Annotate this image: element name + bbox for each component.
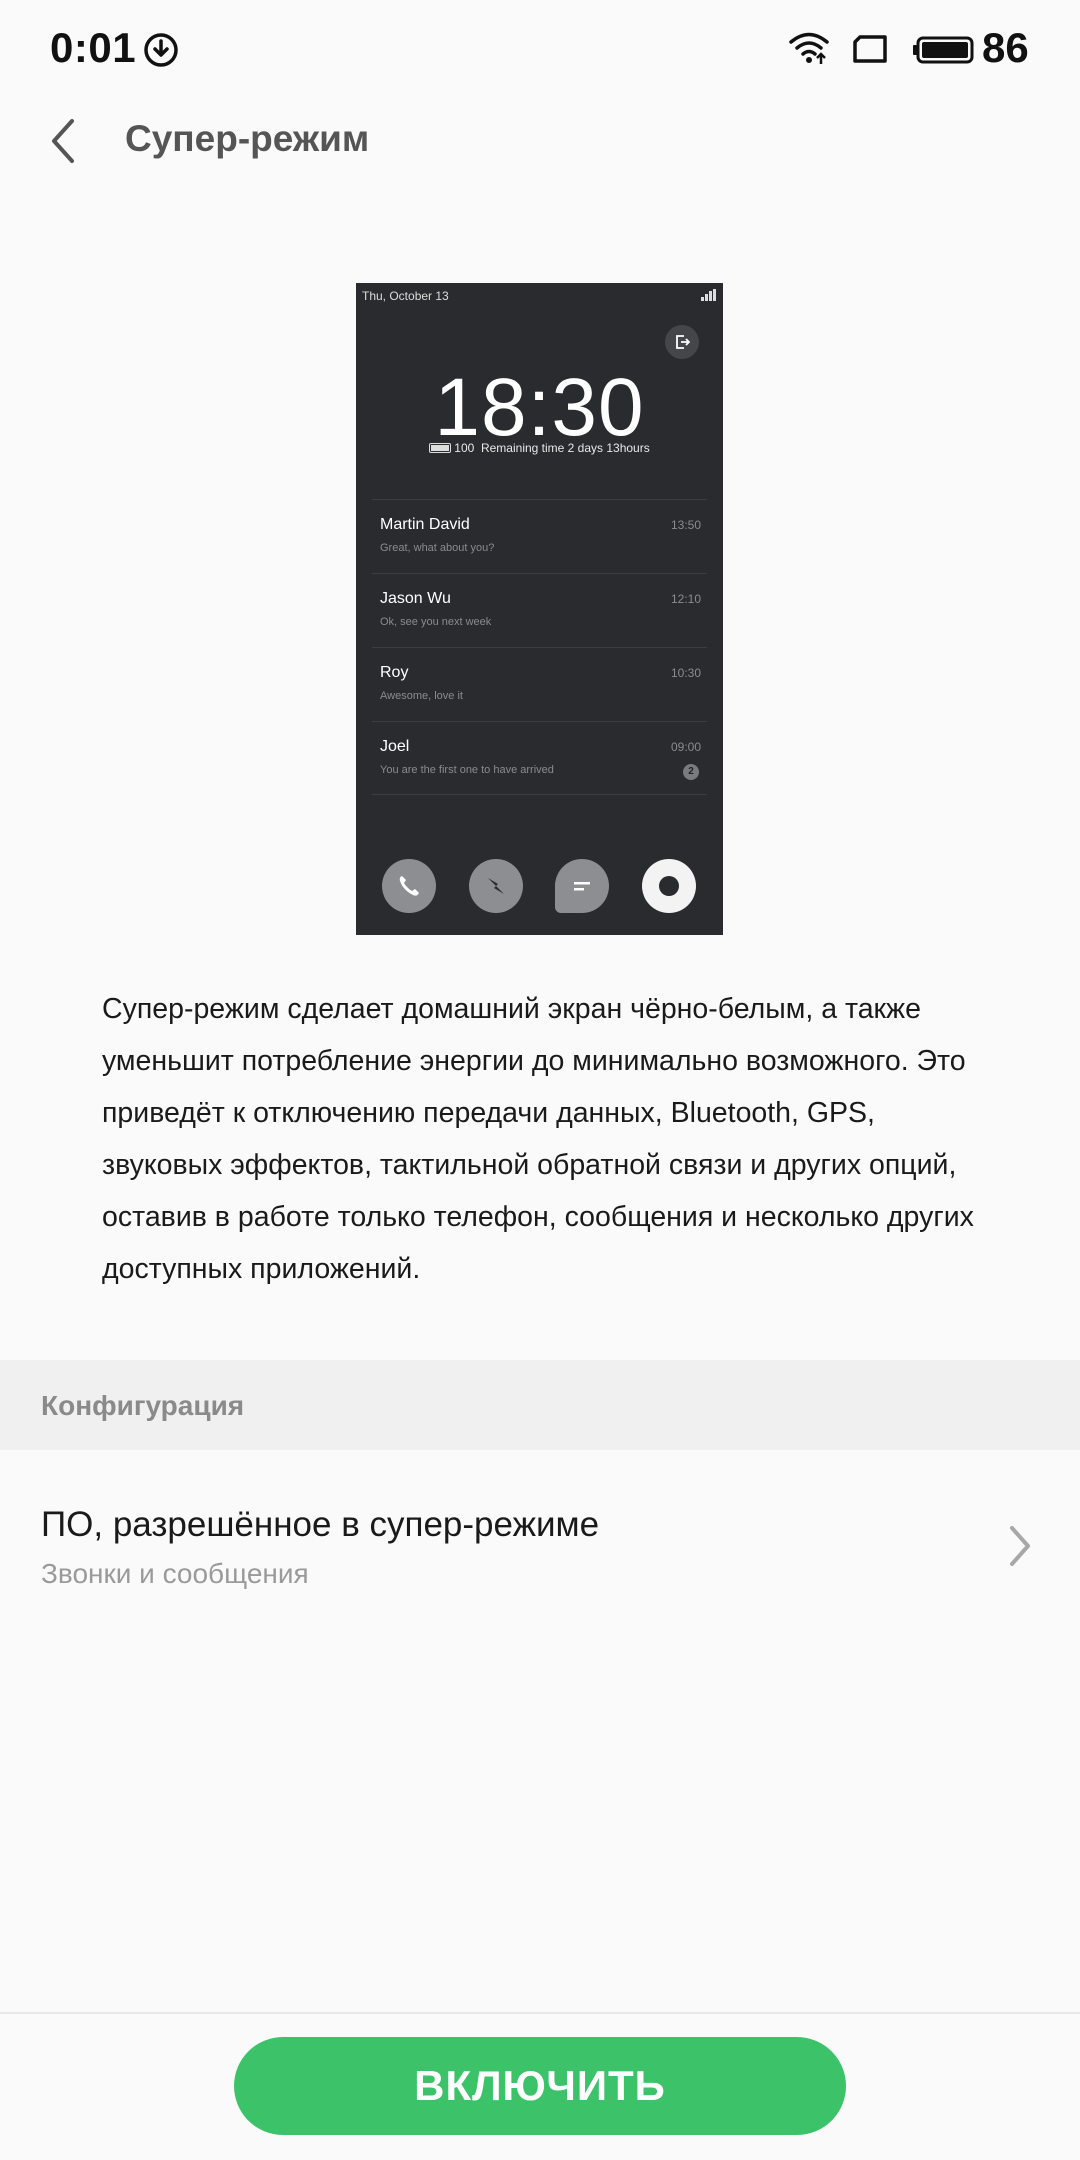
list-item: Roy Awesome, love it 10:30: [372, 647, 707, 721]
page-title: Супер-режим: [125, 118, 370, 159]
phone-icon: [382, 859, 436, 913]
status-time: 0:01: [50, 24, 137, 71]
list-item: Jason Wu Ok, see you next week 12:10: [372, 573, 707, 647]
message-text: Awesome, love it: [380, 690, 463, 702]
unread-badge: 2: [683, 764, 699, 780]
preview-remaining: Remaining time 2 days 13hours: [480, 441, 650, 455]
preview-date: Thu, October 13: [362, 289, 449, 303]
message-time: 13:50: [670, 518, 701, 532]
download-icon: [144, 33, 178, 67]
signal-icon: [701, 289, 716, 301]
allowed-apps-row[interactable]: ПО, разрешённое в супер-режиме Звонки и …: [0, 1450, 1080, 1640]
message-sender: Roy: [380, 664, 409, 681]
exit-icon: [665, 325, 699, 359]
status-bar: 0:01 86: [0, 0, 1080, 100]
super-mode-preview-image: Thu, October 13 18:30 100 Remaining time…: [356, 283, 723, 935]
battery-level: 86: [982, 24, 1029, 71]
chevron-left-icon: [52, 119, 74, 163]
message-time: 10:30: [670, 666, 701, 680]
message-sender: Martin David: [380, 516, 470, 533]
description-text: Супер-режим сделает домашний экран чёрно…: [102, 993, 974, 1285]
row-subtitle: Звонки и сообщения: [41, 1558, 309, 1589]
section-label: Конфигурация: [41, 1390, 245, 1421]
message-sender: Joel: [380, 738, 410, 755]
message-text: Great, what about you?: [380, 542, 495, 554]
list-item: Joel You are the first one to have arriv…: [372, 721, 707, 795]
message-time: 12:10: [670, 592, 701, 606]
message-time: 09:00: [670, 740, 701, 754]
divider: [0, 2012, 1080, 2014]
mini-battery-icon: [429, 443, 452, 453]
battery-icon: [913, 36, 974, 64]
row-title: ПО, разрешённое в супер-режиме: [41, 1505, 600, 1544]
app-header: Супер-режим: [0, 100, 1080, 182]
message-sender: Jason Wu: [380, 590, 451, 607]
preview-battery-row: 100 Remaining time 2 days 13hours: [356, 441, 723, 455]
screen-icon: [853, 35, 887, 63]
message-text: Ok, see you next week: [380, 616, 492, 628]
enable-button[interactable]: ВКЛЮЧИТЬ: [234, 2037, 846, 2135]
message-icon: [555, 859, 609, 913]
preview-battery: 100: [454, 441, 475, 455]
section-header: Конфигурация: [0, 1360, 1080, 1450]
preview-message-list: Martin David Great, what about you? 13:5…: [372, 499, 707, 795]
camera-icon: [642, 859, 696, 913]
list-item: Martin David Great, what about you? 13:5…: [372, 499, 707, 573]
message-text: You are the first one to have arrived: [380, 764, 554, 776]
wifi-icon: [789, 32, 829, 64]
preview-dock: [356, 859, 723, 915]
back-button[interactable]: [30, 108, 96, 174]
chevron-right-icon: [1010, 1526, 1030, 1566]
compass-icon: [469, 859, 523, 913]
